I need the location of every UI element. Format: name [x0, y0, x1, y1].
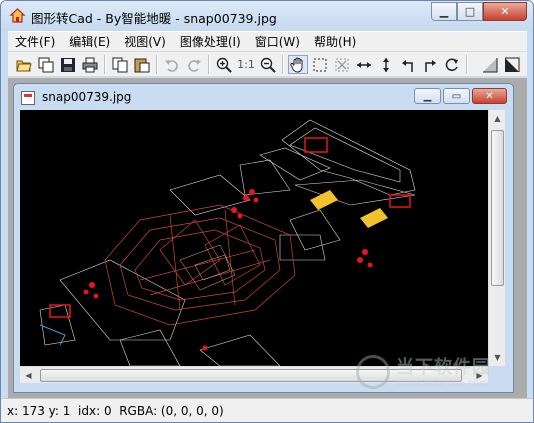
cad-wireframe-image [39, 119, 416, 366]
title-bar[interactable]: 图形转Cad - By智能地暖 - snap00739.jpg ▁ □ ✕ [1, 1, 533, 31]
tool-a-button[interactable] [480, 55, 500, 74]
hand-tool-button[interactable] [288, 55, 308, 74]
close-button[interactable]: ✕ [483, 2, 527, 21]
toolbar-separator [156, 55, 158, 74]
select-rect-icon [313, 58, 327, 71]
status-bar: x: 173 y: 1 idx: 0 RGBA: (0, 0, 0, 0) [1, 398, 533, 422]
maximize-button[interactable]: □ [457, 2, 483, 21]
toolbar-separator [466, 55, 468, 74]
undo-button[interactable] [162, 55, 182, 74]
open-icon [16, 60, 32, 71]
flip-vertical-icon [383, 57, 389, 72]
menu-file[interactable]: 文件(F) [8, 33, 62, 50]
menu-image-processing[interactable]: 图像处理(I) [173, 33, 248, 50]
document-title: snap00739.jpg [42, 90, 132, 104]
rotate-left-button[interactable] [398, 55, 418, 74]
status-text: x: 173 y: 1 idx: 0 RGBA: (0, 0, 0, 0) [7, 404, 224, 418]
save-button[interactable] [58, 55, 78, 74]
zoom-actual-icon: 1:1 [237, 58, 255, 71]
minimize-icon: ▁ [423, 90, 432, 102]
zoom-out-icon [260, 57, 276, 73]
document-close-button[interactable]: ✕ [472, 88, 507, 104]
watermark-icon [356, 355, 390, 389]
zoom-in-button[interactable] [214, 55, 234, 74]
toolbar: 1:1 [8, 51, 527, 77]
minimize-icon: ▁ [439, 5, 449, 18]
watermark-logo: 当下软件园 www.downxia.com [356, 351, 526, 401]
tool-b-button[interactable] [502, 55, 522, 74]
menu-window[interactable]: 窗口(W) [248, 33, 307, 50]
rotate-icon [445, 58, 458, 71]
scroll-left-icon[interactable]: ◀ [20, 367, 37, 384]
watermark-en: www.downxia.com [396, 378, 490, 389]
copy-button[interactable] [110, 55, 130, 74]
paste-icon [134, 58, 150, 72]
toolbar-separator [104, 55, 106, 74]
redo-icon [188, 59, 201, 72]
open-button[interactable] [14, 55, 34, 74]
copy-window-icon [38, 57, 54, 72]
window-title: 图形转Cad - By智能地暖 - snap00739.jpg [31, 11, 277, 26]
menu-bar: 文件(F) 编辑(E) 视图(V) 图像处理(I) 窗口(W) 帮助(H) [8, 31, 527, 51]
paste-button[interactable] [132, 55, 152, 74]
save-icon [61, 57, 75, 72]
image-canvas[interactable] [20, 110, 488, 366]
copy-window-button[interactable] [36, 55, 56, 74]
vertical-scroll-thumb[interactable] [491, 130, 504, 286]
tool-a-icon [483, 57, 498, 72]
document-restore-button[interactable]: ▭ [443, 88, 470, 104]
copy-icon [112, 57, 128, 72]
flip-horizontal-button[interactable] [354, 55, 374, 74]
rotate-right-icon [425, 59, 436, 72]
zoom-actual-button[interactable]: 1:1 [236, 55, 256, 74]
image-file-icon [21, 91, 35, 105]
crop-icon [335, 58, 349, 71]
tool-b-icon [505, 57, 520, 72]
document-window: snap00739.jpg ▁ ▭ ✕ ▲ ▼ ◀ ▶ [13, 83, 514, 393]
close-icon: ✕ [500, 5, 510, 18]
restore-icon: ▭ [451, 90, 462, 102]
redo-button[interactable] [184, 55, 204, 74]
zoom-out-button[interactable] [258, 55, 278, 74]
document-minimize-button[interactable]: ▁ [414, 88, 441, 104]
rotate-left-icon [402, 59, 413, 72]
rotate-right-button[interactable] [420, 55, 440, 74]
flip-horizontal-icon [357, 61, 371, 68]
print-icon [82, 57, 98, 72]
scroll-up-icon[interactable]: ▲ [489, 110, 506, 127]
watermark-cn: 当下软件园 [396, 357, 491, 378]
print-button[interactable] [80, 55, 100, 74]
mdi-area: snap00739.jpg ▁ ▭ ✕ ▲ ▼ ◀ ▶ [8, 78, 527, 398]
document-title-bar[interactable]: snap00739.jpg ▁ ▭ ✕ [14, 84, 513, 110]
undo-icon [165, 59, 178, 72]
main-window: 图形转Cad - By智能地暖 - snap00739.jpg ▁ □ ✕ 文件… [0, 0, 534, 423]
crop-button[interactable] [332, 55, 352, 74]
maximize-icon: □ [464, 5, 476, 18]
vertical-scrollbar[interactable]: ▲ ▼ [488, 110, 505, 366]
menu-view[interactable]: 视图(V) [117, 33, 173, 50]
close-icon: ✕ [485, 90, 494, 102]
flip-vertical-button[interactable] [376, 55, 396, 74]
menu-edit[interactable]: 编辑(E) [62, 33, 117, 50]
toolbar-separator [282, 55, 284, 74]
toolbar-separator [208, 55, 210, 74]
home-icon [9, 8, 26, 23]
zoom-in-icon [216, 57, 232, 73]
hand-icon [290, 57, 303, 73]
minimize-button[interactable]: ▁ [431, 2, 457, 21]
select-rect-button[interactable] [310, 55, 330, 74]
rotate-button[interactable] [442, 55, 462, 74]
menu-help[interactable]: 帮助(H) [307, 33, 363, 50]
